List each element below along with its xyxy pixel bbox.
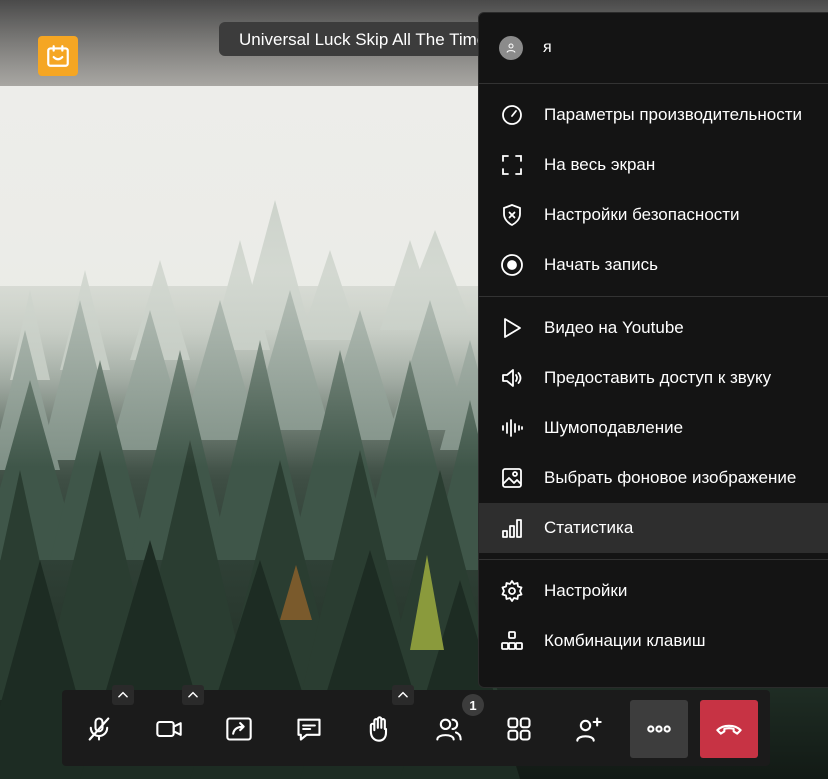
hangup-icon (716, 724, 742, 735)
call-toolbar: 1 (62, 685, 770, 766)
menu-item-fullscreen[interactable]: На весь экран (479, 140, 828, 190)
menu-item-background[interactable]: Выбрать фоновое изображение (479, 453, 828, 503)
menu-item-label: Видео на Youtube (544, 318, 684, 337)
menu-item-youtube[interactable]: Видео на Youtube (479, 303, 828, 353)
menu-item-statistics[interactable]: Статистика (479, 503, 828, 553)
menu-group-3: Настройки Комбинации клавиш (479, 560, 828, 672)
tile-view-button[interactable] (490, 700, 548, 758)
menu-group-1: Параметры производительности На весь экр… (479, 84, 828, 297)
menu-item-noise-suppression[interactable]: Шумоподавление (479, 403, 828, 453)
bar-chart-icon (501, 519, 522, 538)
menu-item-label: На весь экран (544, 155, 656, 174)
menu-item-label: Шумоподавление (544, 418, 684, 437)
menu-item-security[interactable]: Настройки безопасности (479, 190, 828, 240)
menu-item-shortcuts[interactable]: Комбинации клавиш (479, 616, 828, 666)
camera-options-button[interactable] (182, 685, 204, 705)
gauge-icon (501, 105, 522, 125)
menu-item-label: Комбинации клавиш (544, 631, 706, 650)
chevron-up-icon (118, 691, 128, 698)
camera-button[interactable] (140, 700, 198, 758)
invite-icon (576, 717, 602, 742)
play-icon (503, 318, 521, 338)
waveform-icon (501, 419, 523, 437)
more-actions-menu: я Параметры производительности На весь э… (478, 12, 828, 688)
menu-item-label: Предоставить доступ к звуку (544, 368, 772, 387)
share-screen-button[interactable] (210, 700, 268, 758)
calendar-smile-icon (47, 45, 69, 67)
raise-hand-button[interactable] (350, 700, 408, 758)
menu-item-label: Начать запись (544, 255, 658, 274)
camera-icon (156, 720, 182, 738)
chevron-up-icon (188, 691, 198, 698)
menu-item-label: Настройки безопасности (544, 205, 740, 224)
meeting-title: Universal Luck Skip All The Time (219, 22, 509, 56)
menu-item-record[interactable]: Начать запись (479, 240, 828, 290)
avatar (499, 36, 523, 60)
speaker-icon (501, 369, 521, 387)
user-icon (506, 43, 516, 53)
menu-item-label: Параметры производительности (544, 105, 802, 124)
menu-item-performance[interactable]: Параметры производительности (479, 90, 828, 140)
hangup-button[interactable] (700, 700, 758, 758)
menu-item-settings[interactable]: Настройки (479, 566, 828, 616)
menu-item-label: Статистика (544, 518, 634, 537)
menu-item-label: Настройки (544, 581, 628, 600)
more-actions-button[interactable] (630, 700, 688, 758)
invite-button[interactable] (560, 700, 618, 758)
menu-group-2: Видео на Youtube Предоставить доступ к з… (479, 297, 828, 560)
chat-button[interactable] (280, 700, 338, 758)
gear-icon (501, 580, 522, 602)
menu-item-label: Выбрать фоновое изображение (544, 468, 797, 487)
reactions-options-button[interactable] (392, 685, 414, 705)
microphone-button[interactable] (70, 700, 128, 758)
share-screen-icon (226, 717, 252, 741)
record-icon (500, 254, 523, 276)
raise-hand-icon (369, 716, 388, 742)
app-logo (38, 36, 78, 76)
mic-muted-icon (88, 717, 110, 741)
menu-item-share-audio[interactable]: Предоставить доступ к звуку (479, 353, 828, 403)
chat-icon (297, 718, 321, 741)
tile-view-icon (507, 717, 531, 741)
fullscreen-icon (501, 155, 522, 175)
participants-icon (436, 718, 462, 741)
user-name: я (543, 39, 552, 56)
shortcuts-icon (500, 631, 523, 650)
chevron-up-icon (398, 691, 408, 698)
menu-user-profile[interactable]: я (479, 13, 828, 84)
participants-count-badge: 1 (462, 694, 484, 716)
shield-icon (502, 204, 521, 227)
more-icon (647, 725, 671, 733)
microphone-options-button[interactable] (112, 685, 134, 705)
image-icon (501, 468, 522, 488)
